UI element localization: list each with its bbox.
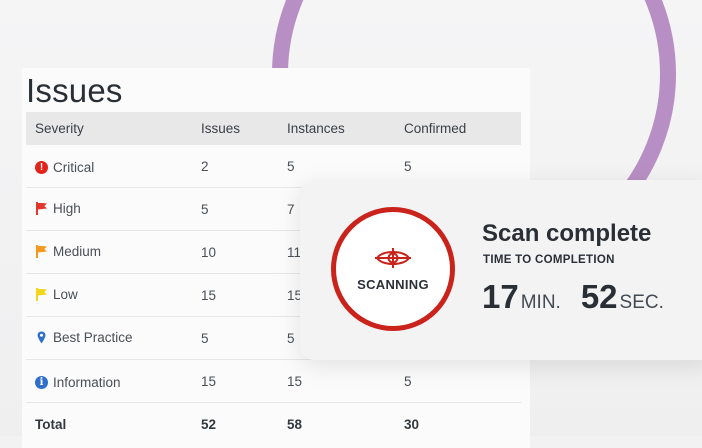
confirmed-count: 5 <box>395 359 521 403</box>
severity-label: Medium <box>53 243 102 259</box>
instances-count: 15 <box>278 359 395 403</box>
severity-label: Low <box>53 286 78 302</box>
table-total-row: Total 52 58 30 <box>26 403 521 446</box>
scanning-label: SCANNING <box>357 277 429 292</box>
issues-title: Issues <box>26 72 123 109</box>
minutes-unit: MIN. <box>520 292 561 313</box>
severity-cell: i Information <box>26 359 192 403</box>
total-issues: 52 <box>201 416 217 432</box>
issues-count: 15 <box>192 359 278 403</box>
severity-cell: High <box>26 187 192 231</box>
column-header-instances: Instances <box>278 112 395 145</box>
severity-label: Critical <box>53 159 95 175</box>
total-instances: 58 <box>287 416 303 432</box>
time-to-completion: 17 MIN. 52 SEC. <box>482 278 664 316</box>
column-header-issues: Issues <box>192 112 278 145</box>
severity-label: High <box>53 200 81 216</box>
total-label: Total <box>35 416 67 432</box>
issues-count: 5 <box>192 316 278 360</box>
scanning-badge <box>331 207 455 331</box>
flag-orange-icon <box>35 244 48 258</box>
table-header-row: Severity Issues Instances Confirmed <box>26 112 521 145</box>
issues-count: 5 <box>192 187 278 231</box>
severity-cell: ! Critical <box>26 145 192 188</box>
severity-cell: Low <box>26 273 192 317</box>
minutes-value: 17 <box>482 278 519 315</box>
info-icon: i <box>35 375 48 389</box>
severity-cell: Best Practice <box>26 316 192 360</box>
severity-label: Information <box>53 374 121 390</box>
issues-count: 2 <box>192 145 278 188</box>
seconds-unit: SEC. <box>619 292 664 313</box>
flag-yellow-icon <box>35 287 48 301</box>
seconds-value: 52 <box>580 278 618 315</box>
severity-cell: Medium <box>26 230 192 274</box>
pin-icon <box>35 331 48 344</box>
eye-scan-icon <box>375 248 411 268</box>
severity-label: Best Practice <box>53 329 133 345</box>
table-row: i Information 15 15 5 <box>26 359 521 403</box>
scan-title: Scan complete <box>482 220 652 247</box>
total-confirmed: 30 <box>404 416 420 432</box>
column-header-confirmed: Confirmed <box>395 112 521 145</box>
column-header-severity: Severity <box>26 112 192 145</box>
scan-subtitle: TIME TO COMPLETION <box>483 254 615 266</box>
issues-count: 15 <box>192 273 278 317</box>
critical-icon: ! <box>35 160 48 174</box>
flag-red-icon <box>35 201 48 215</box>
issues-count: 10 <box>192 230 278 274</box>
